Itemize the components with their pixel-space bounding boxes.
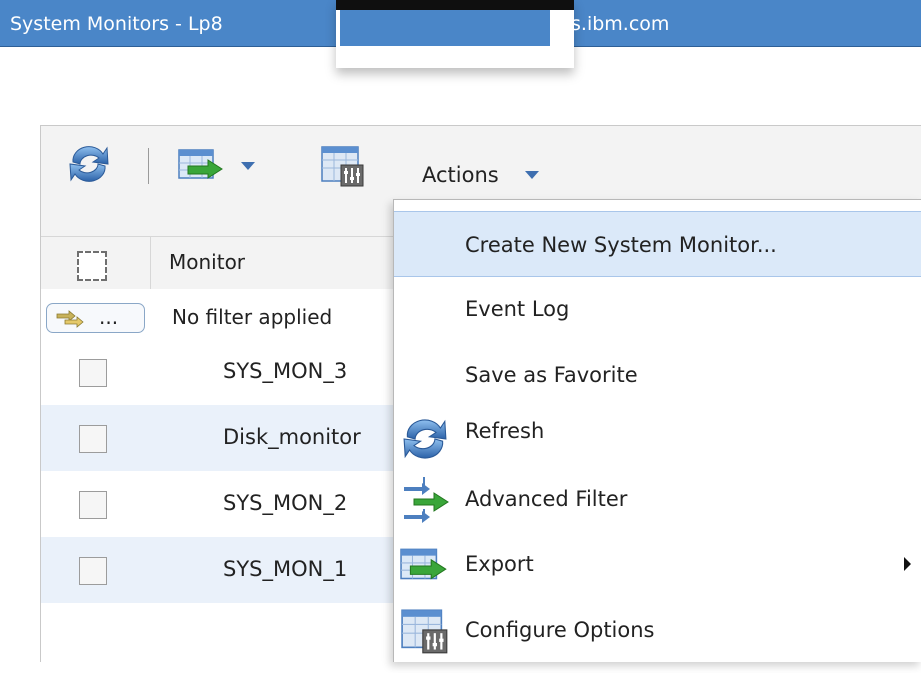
export-icon	[400, 548, 447, 580]
menu-item-refresh[interactable]: Refresh	[394, 409, 921, 475]
menu-item-create-new-system-monitor[interactable]: Create New System Monitor...	[394, 211, 921, 277]
refresh-icon[interactable]	[67, 144, 111, 184]
export-dropdown-arrow[interactable]	[241, 162, 255, 170]
menu-item-event-log[interactable]: Event Log	[394, 277, 921, 343]
menu-item-label: Export	[465, 552, 534, 576]
row-checkbox[interactable]	[79, 425, 107, 453]
menu-item-label: Save as Favorite	[465, 363, 638, 387]
export-icon[interactable]	[178, 148, 228, 182]
menu-item-label: Event Log	[465, 297, 570, 321]
row-checkbox[interactable]	[79, 491, 107, 519]
menu-item-configure-options[interactable]: Configure Options	[394, 607, 921, 673]
menu-item-label: Configure Options	[465, 618, 655, 642]
monitor-name[interactable]: SYS_MON_3	[223, 359, 347, 383]
advanced-filter-icon	[404, 477, 449, 523]
monitor-name[interactable]: Disk_monitor	[223, 425, 361, 449]
select-all-checkbox[interactable]	[77, 251, 107, 281]
toolbar-separator	[148, 148, 149, 184]
menu-item-advanced-filter[interactable]: Advanced Filter	[394, 475, 921, 541]
actions-dropdown-arrow[interactable]	[525, 171, 539, 179]
column-divider	[150, 237, 151, 289]
configure-options-icon[interactable]	[321, 144, 365, 188]
redaction-overlay	[336, 0, 574, 68]
actions-menu-button[interactable]: Actions	[422, 163, 499, 187]
monitor-name[interactable]: SYS_MON_1	[223, 557, 347, 581]
filter-button-label: ...	[99, 305, 119, 329]
row-checkbox[interactable]	[79, 557, 107, 585]
monitor-name[interactable]: SYS_MON_2	[223, 491, 347, 515]
menu-item-export[interactable]: Export	[394, 541, 921, 607]
menu-item-label: Create New System Monitor...	[465, 233, 777, 257]
configure-options-icon	[401, 609, 448, 654]
actions-dropdown-menu: Create New System Monitor... Event Log S…	[393, 199, 921, 662]
row-checkbox[interactable]	[79, 359, 107, 387]
submenu-arrow-icon	[904, 557, 911, 571]
window-title-domain: s.ibm.com	[571, 13, 670, 35]
filter-button[interactable]: ...	[46, 303, 145, 333]
menu-item-label: Refresh	[465, 419, 545, 443]
menu-item-save-as-favorite[interactable]: Save as Favorite	[394, 343, 921, 409]
window-title-bar: System Monitors - Lp8 s.ibm.com	[0, 0, 921, 68]
window-title: System Monitors - Lp8	[10, 13, 223, 35]
column-header-monitor[interactable]: Monitor	[169, 250, 245, 274]
menu-item-label: Advanced Filter	[465, 487, 628, 511]
filter-status-text: No filter applied	[172, 305, 333, 329]
refresh-icon	[403, 419, 447, 459]
filter-icon	[56, 310, 84, 328]
